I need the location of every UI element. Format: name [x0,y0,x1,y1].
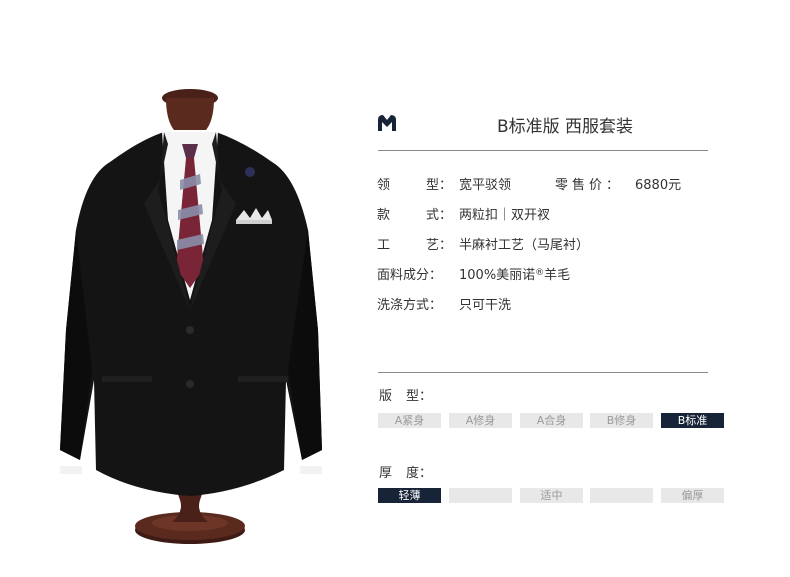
spec-label-collar: 领 型 ： [377,178,453,193]
fit-option-a-tight[interactable]: A紧身 [378,413,441,428]
thickness-option-light-medium[interactable] [449,488,512,503]
spec-label-fabric: 面料成分： [377,268,443,283]
spec-value-collar: 宽平驳领 [459,178,512,193]
fit-option-a-regular[interactable]: A合身 [520,413,583,428]
fit-option-b-slim[interactable]: B修身 [590,413,653,428]
thickness-option-medium-thick[interactable] [590,488,653,503]
spec-label-style: 款 式 ： [377,208,453,223]
fit-label: 版型： [379,389,433,404]
spec-label-wash: 洗涤方式： [377,298,443,313]
thickness-option-thick[interactable]: 偏厚 [661,488,724,503]
spec-label-craft: 工 艺 ： [377,238,453,253]
product-title: B标准版 西服套装 [496,117,634,137]
fit-option-b-standard[interactable]: B标准 [661,413,724,428]
thickness-option-medium[interactable]: 适中 [520,488,583,503]
spec-value-craft: 半麻衬工艺（马尾衬） [459,238,590,253]
fit-option-a-slim[interactable]: A修身 [449,413,512,428]
spec-value-style: 两粒扣｜双开衩 [459,208,551,223]
divider [378,372,708,373]
spec-value-wash: 只可干洗 [459,298,512,313]
suit-on-mannequin-image [60,89,322,544]
divider [378,150,708,151]
thickness-label: 厚度： [379,466,433,481]
brand-crown-logo-icon [378,115,396,131]
price-label: 零售价： [555,178,624,193]
price-value: 6880元 [635,178,682,193]
thickness-option-light[interactable]: 轻薄 [378,488,441,503]
spec-value-fabric: 100%美丽诺®羊毛 [459,268,571,283]
